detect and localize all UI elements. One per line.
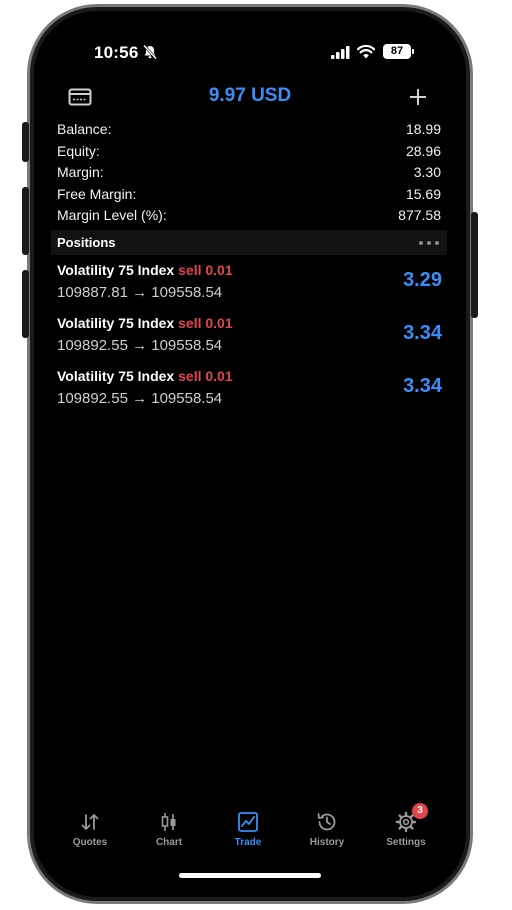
history-icon: [317, 813, 336, 831]
tab-history-label: History: [309, 837, 345, 848]
position-row[interactable]: Volatility 75 Index sell 0.01 109892.55 …: [57, 315, 442, 365]
quotes-icon: [81, 814, 99, 830]
margin-row: Margin: 3.30: [57, 162, 441, 184]
position-title: Volatility 75 Index sell 0.01: [57, 368, 233, 384]
position-side: sell 0.01: [178, 315, 233, 331]
balance-row: Balance: 18.99: [57, 119, 441, 141]
volume-up-button: [22, 187, 29, 255]
position-profit: 3.34: [403, 322, 442, 344]
position-prices: 109892.55 → 109558.54: [57, 337, 223, 354]
position-row[interactable]: Volatility 75 Index sell 0.01 109892.55 …: [57, 368, 442, 418]
free-margin-row: Free Margin: 15.69: [57, 184, 441, 206]
account-balance-title[interactable]: 9.97 USD: [34, 85, 466, 107]
equity-row: Equity: 28.96: [57, 141, 441, 163]
home-indicator[interactable]: [179, 873, 321, 878]
tab-quotes[interactable]: Quotes: [50, 811, 130, 848]
cellular-signal-icon: [331, 46, 350, 59]
app-screen: 10:56 87 9.97 USD Balance: 18.99 Equity:…: [34, 11, 466, 897]
volume-down-button: [22, 270, 29, 338]
equity-value: 28.96: [405, 142, 441, 159]
settings-badge: 3: [412, 803, 428, 819]
tab-history[interactable]: History: [287, 811, 367, 848]
candlestick-icon: [161, 813, 176, 831]
margin-label: Margin:: [57, 164, 104, 180]
tab-settings[interactable]: 3 Settings: [366, 803, 446, 848]
bottom-tab-bar: Quotes Chart Trade History 3 Settings: [34, 803, 466, 861]
plus-icon[interactable]: [408, 87, 428, 107]
position-profit: 3.34: [403, 375, 442, 397]
position-symbol: Volatility 75 Index: [57, 368, 175, 384]
equity-label: Equity:: [57, 142, 100, 159]
tab-quotes-label: Quotes: [72, 837, 108, 848]
position-prices: 109892.55 → 109558.54: [57, 390, 223, 407]
power-button: [471, 212, 478, 318]
margin-level-row: Margin Level (%): 877.58: [57, 205, 441, 227]
positions-title: Positions: [57, 235, 116, 250]
positions-section-header: Positions: [51, 230, 447, 255]
position-title: Volatility 75 Index sell 0.01: [57, 262, 233, 278]
tab-settings-label: Settings: [386, 837, 426, 848]
position-prices: 109887.81 → 109558.54: [57, 284, 223, 301]
tab-trade[interactable]: Trade: [208, 811, 288, 848]
bell-off-icon: [143, 44, 157, 60]
tab-trade-label: Trade: [234, 837, 262, 848]
wifi-icon: [357, 44, 375, 59]
position-symbol: Volatility 75 Index: [57, 315, 175, 331]
balance-value: 18.99: [405, 121, 441, 137]
action-button: [22, 122, 29, 162]
battery-tip: [412, 49, 414, 54]
free-margin-label: Free Margin:: [57, 185, 137, 202]
more-options-icon[interactable]: [419, 240, 439, 245]
trade-chart-icon: [238, 812, 258, 832]
position-row[interactable]: Volatility 75 Index sell 0.01 109887.81 …: [57, 262, 442, 312]
battery-indicator: 87: [383, 44, 411, 59]
position-side: sell 0.01: [178, 262, 233, 278]
status-time: 10:56: [94, 43, 139, 62]
position-symbol: Volatility 75 Index: [57, 262, 175, 278]
margin-value: 3.30: [413, 164, 441, 180]
tab-chart[interactable]: Chart: [129, 811, 209, 848]
account-summary: Balance: 18.99 Equity: 28.96 Margin: 3.3…: [57, 119, 441, 227]
free-margin-value: 15.69: [405, 185, 441, 202]
margin-level-value: 877.58: [398, 207, 441, 223]
margin-level-label: Margin Level (%):: [57, 207, 167, 223]
position-side: sell 0.01: [178, 368, 233, 384]
position-profit: 3.29: [403, 269, 442, 291]
tab-chart-label: Chart: [155, 837, 183, 848]
position-title: Volatility 75 Index sell 0.01: [57, 315, 233, 331]
balance-label: Balance:: [57, 121, 112, 137]
